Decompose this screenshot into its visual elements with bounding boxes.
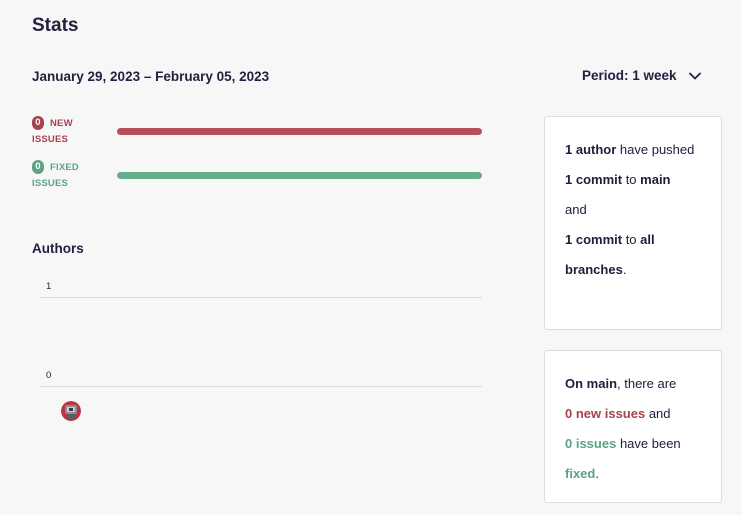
main-text-there-are: , there are	[617, 376, 677, 391]
chevron-down-icon	[688, 72, 701, 80]
authors-heading: Authors	[32, 241, 84, 256]
authors-text-period: .	[622, 262, 627, 277]
fixed-issues-link[interactable]: 0 issues	[565, 436, 616, 451]
period-label: Period: 1 week	[582, 68, 677, 83]
new-issues-link[interactable]: 0 new issues	[565, 406, 645, 421]
main-text-period: .	[595, 466, 599, 481]
period-selector[interactable]: Period: 1 week	[582, 68, 701, 83]
new-issues-count-badge: 0	[32, 116, 44, 131]
main-branch-card: On main, there are 0 new issues and 0 is…	[544, 350, 722, 503]
author-count: 1 author	[565, 142, 617, 157]
new-issues-row: 0 NEW ISSUES	[32, 116, 492, 150]
commit-count-all: 1 commit	[565, 232, 623, 247]
stats-page: Stats January 29, 2023 – February 05, 20…	[0, 0, 742, 515]
fixed-issues-bar	[117, 172, 482, 179]
authors-gridline-top	[40, 297, 482, 298]
commit-count-main: 1 commit	[565, 172, 623, 187]
authors-text-to-1: to	[622, 172, 641, 187]
fixed-word: fixed	[565, 466, 596, 481]
authors-text-and: and	[565, 202, 587, 217]
page-title: Stats	[32, 15, 79, 36]
authors-text-pushed: have pushed	[616, 142, 695, 157]
author-avatar[interactable]	[61, 401, 81, 421]
authors-text-to-2: to	[622, 232, 641, 247]
main-text-and: and	[645, 406, 671, 421]
authors-gridline-bottom	[40, 386, 482, 387]
authors-y-tick-top: 1	[46, 281, 52, 292]
fixed-issues-label[interactable]: 0 FIXED ISSUES	[32, 160, 102, 192]
fixed-issues-row: 0 FIXED ISSUES	[32, 160, 492, 194]
main-branch-label: On main	[565, 376, 618, 391]
fixed-issues-count-badge: 0	[32, 160, 44, 175]
authors-y-tick-bottom: 0	[46, 370, 52, 381]
date-range: January 29, 2023 – February 05, 2023	[32, 69, 270, 84]
main-text-have-been: have been	[616, 436, 681, 451]
authors-summary-card: 1 author have pushed 1 commit to main an…	[544, 116, 722, 330]
new-issues-label[interactable]: 0 NEW ISSUES	[32, 116, 102, 148]
new-issues-bar	[117, 128, 482, 135]
branch-main: main	[640, 172, 671, 187]
